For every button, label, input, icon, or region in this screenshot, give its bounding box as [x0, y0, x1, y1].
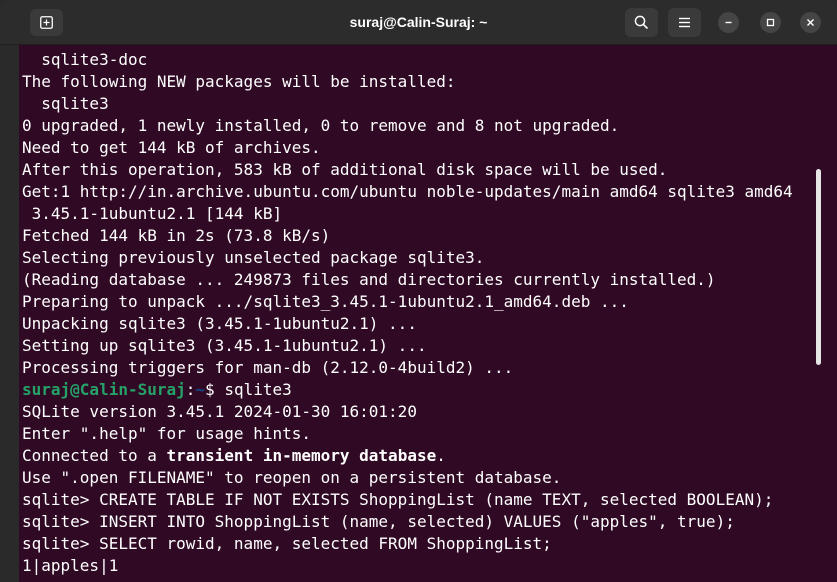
output-line: Processing triggers for man-db (2.12.0-4…	[22, 358, 514, 377]
output-line: The following NEW packages will be insta…	[22, 72, 456, 91]
connected-prefix: Connected to a	[22, 446, 167, 465]
window-title: suraj@Calin-Suraj: ~	[349, 14, 488, 30]
output-line: Need to get 144 kB of archives.	[22, 138, 321, 157]
output-line: sqlite3	[22, 94, 109, 113]
output-line: 3.45.1-1ubuntu2.1 [144 kB]	[22, 204, 283, 223]
header-bar: suraj@Calin-Suraj: ~	[0, 0, 837, 45]
help-hint-line: Enter ".help" for usage hints.	[22, 424, 311, 443]
hamburger-menu-icon	[679, 17, 690, 28]
terminal-output[interactable]: sqlite3-doc The following NEW packages w…	[19, 45, 825, 582]
prompt-user: suraj@Calin-Suraj	[22, 380, 186, 399]
output-line: (Reading database ... 249873 files and d…	[22, 270, 716, 289]
prompt-command: sqlite3	[224, 380, 292, 399]
close-button[interactable]	[800, 12, 821, 33]
output-line: Preparing to unpack .../sqlite3_3.45.1-1…	[22, 292, 629, 311]
search-button[interactable]	[625, 8, 658, 37]
connected-suffix: .	[436, 446, 446, 465]
close-icon	[807, 19, 814, 26]
terminal-window: suraj@Calin-Suraj: ~ sqlite3-doc The fol…	[0, 0, 837, 582]
output-line: After this operation, 583 kB of addition…	[22, 160, 668, 179]
output-line: Unpacking sqlite3 (3.45.1-1ubuntu2.1) ..…	[22, 314, 417, 333]
shell-prompt-line: suraj@Calin-Suraj:~$ sqlite3	[22, 379, 292, 401]
query-result-line: 1|apples|1	[22, 556, 119, 575]
search-icon	[634, 15, 649, 30]
prompt-path: ~	[195, 380, 206, 399]
sqlite-version-line: SQLite version 3.45.1 2024-01-30 16:01:2…	[22, 402, 417, 421]
output-line: 0 upgraded, 1 newly installed, 0 to remo…	[22, 116, 620, 135]
output-line: Selecting previously unselected package …	[22, 248, 485, 267]
connected-db-type: transient in-memory database	[166, 446, 437, 465]
sql-command-line: sqlite> INSERT INTO ShoppingList (name, …	[22, 512, 735, 531]
output-line: Fetched 144 kB in 2s (73.8 kB/s)	[22, 226, 331, 245]
menu-button[interactable]	[668, 8, 701, 37]
output-line: Setting up sqlite3 (3.45.1-1ubuntu2.1) .…	[22, 336, 427, 355]
prompt-symbol: $	[205, 380, 225, 399]
open-hint-line: Use ".open FILENAME" to reopen on a pers…	[22, 468, 562, 487]
scrollbar-thumb[interactable]	[816, 169, 821, 365]
connected-line: Connected to a transient in-memory datab…	[22, 445, 446, 467]
window-left-edge	[0, 44, 19, 582]
output-line: Get:1 http://in.archive.ubuntu.com/ubunt…	[22, 182, 793, 201]
sql-command-line: sqlite> SELECT rowid, name, selected FRO…	[22, 534, 552, 553]
maximize-icon	[766, 18, 775, 27]
minimize-button[interactable]	[718, 12, 739, 33]
prompt-separator: :	[185, 380, 196, 399]
output-line: sqlite3-doc	[22, 50, 148, 69]
minimize-icon	[725, 21, 732, 24]
sql-command-line: sqlite> CREATE TABLE IF NOT EXISTS Shopp…	[22, 490, 774, 509]
maximize-button[interactable]	[760, 12, 781, 33]
